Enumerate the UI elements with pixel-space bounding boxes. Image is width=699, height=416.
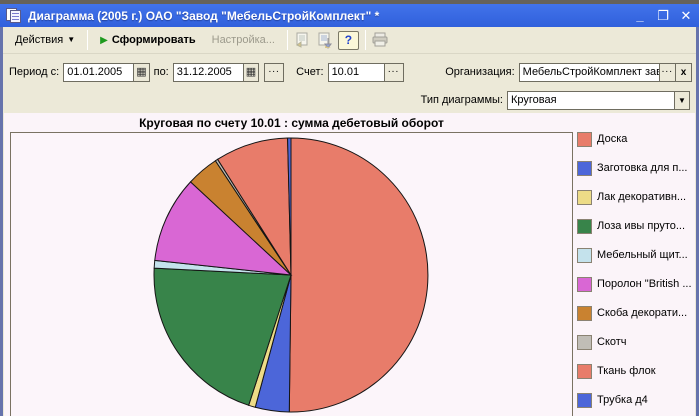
legend-label: Лак декоративн... (597, 190, 686, 205)
chart-legend: Доска Заготовка для п... Лак декоративн...… (577, 132, 695, 416)
legend-item: Мебельный щит... (577, 248, 695, 277)
legend-label: Трубка д4 (597, 393, 648, 408)
generate-button[interactable]: ▶ Сформировать (92, 30, 204, 50)
app-window: Диаграмма (2005 г.) ОАО "Завод "МебельСт… (0, 0, 699, 416)
legend-label: Скотч (597, 335, 627, 350)
help-icon[interactable]: ? (338, 31, 359, 50)
legend-label: Поролон "British ... (597, 277, 692, 292)
chevron-down-icon: ▼ (67, 36, 75, 44)
legend-swatch (577, 248, 592, 263)
generate-label: Сформировать (112, 34, 196, 46)
legend-item: Лак декоративн... (577, 190, 695, 219)
settings-button[interactable]: Настройка... (204, 30, 283, 50)
period-to-input[interactable]: 31.12.2005 (173, 63, 243, 82)
legend-item: Лоза ивы пруто... (577, 219, 695, 248)
actions-menu-button[interactable]: Действия ▼ (7, 30, 83, 50)
report-parameters: Период с: 01.01.2005 ▦ по: 31.12.2005 ▦ … (3, 54, 696, 113)
legend-swatch (577, 364, 592, 379)
settings-label: Настройка... (212, 34, 275, 46)
window-title: Диаграмма (2005 г.) ОАО "Завод "МебельСт… (28, 9, 625, 23)
legend-item: Заготовка для п... (577, 161, 695, 190)
chart-title: Круговая по счету 10.01 : сумма дебетовы… (10, 116, 573, 130)
period-more-button[interactable]: ... (264, 63, 284, 82)
pie-plot-area (10, 132, 573, 416)
legend-item: Трубка д4 (577, 393, 695, 416)
legend-swatch (577, 335, 592, 350)
organization-label: Организация: (445, 66, 514, 78)
period-to-field-group: 31.12.2005 ▦ (173, 63, 259, 82)
account-label: Счет: (296, 66, 323, 78)
chart-type-value[interactable]: Круговая (507, 91, 674, 110)
maximize-button[interactable]: ❐ (656, 9, 670, 22)
legend-item: Ткань флок (577, 364, 695, 393)
pie-slice[interactable] (289, 138, 428, 412)
print-icon[interactable] (370, 30, 392, 51)
actions-menu-label: Действия (15, 34, 63, 46)
legend-swatch (577, 132, 592, 147)
load-settings-icon[interactable] (292, 30, 314, 51)
organization-more-button[interactable]: ... (659, 63, 676, 82)
legend-swatch (577, 219, 592, 234)
chart-document-icon (6, 8, 22, 23)
legend-swatch (577, 161, 592, 176)
minimize-button[interactable]: _ (633, 9, 647, 22)
legend-swatch (577, 306, 592, 321)
chevron-down-icon[interactable]: ▼ (674, 91, 690, 110)
account-field-group: 10.01 ... (328, 63, 404, 82)
window-controls: _ ❐ ✕ (633, 9, 693, 22)
play-icon: ▶ (100, 35, 108, 46)
organization-input[interactable]: МебельСтройКомплект завод (519, 63, 659, 82)
legend-label: Мебельный щит... (597, 248, 688, 263)
period-from-field-group: 01.01.2005 ▦ (63, 63, 149, 82)
toolbar-separator (287, 30, 288, 50)
legend-label: Доска (597, 132, 627, 147)
toolbar-separator (365, 30, 366, 50)
legend-label: Ткань флок (597, 364, 656, 379)
chart-type-combo[interactable]: Круговая ▼ (507, 91, 690, 110)
legend-item: Скотч (577, 335, 695, 364)
legend-label: Заготовка для п... (597, 161, 688, 176)
parameters-row-1: Период с: 01.01.2005 ▦ по: 31.12.2005 ▦ … (7, 60, 692, 84)
account-more-button[interactable]: ... (384, 63, 404, 82)
parameters-row-2: Тип диаграммы: Круговая ▼ (7, 88, 692, 112)
calendar-icon[interactable]: ▦ (133, 63, 149, 82)
legend-label: Скоба декорати... (597, 306, 687, 321)
close-button[interactable]: ✕ (679, 9, 693, 22)
account-input[interactable]: 10.01 (328, 63, 384, 82)
toolbar: Действия ▼ ▶ Сформировать Настройка... ? (3, 27, 696, 54)
save-settings-icon[interactable] (314, 30, 336, 51)
legend-swatch (577, 393, 592, 408)
window-body: Действия ▼ ▶ Сформировать Настройка... ? (0, 27, 699, 416)
calendar-icon[interactable]: ▦ (243, 63, 259, 82)
period-to-label: по: (154, 66, 169, 78)
chart-type-label: Тип диаграммы: (421, 94, 503, 106)
chart-panel: Круговая по счету 10.01 : сумма дебетовы… (4, 113, 695, 416)
legend-item: Поролон "British ... (577, 277, 695, 306)
period-more-group: ... (264, 63, 284, 82)
legend-swatch (577, 190, 592, 205)
legend-label: Лоза ивы пруто... (597, 219, 685, 234)
organization-clear-button[interactable]: x (676, 63, 692, 82)
legend-item: Доска (577, 132, 695, 161)
pie-chart (11, 133, 572, 416)
legend-swatch (577, 277, 592, 292)
titlebar[interactable]: Диаграмма (2005 г.) ОАО "Завод "МебельСт… (0, 4, 699, 27)
organization-field-group: МебельСтройКомплект завод ... x (519, 63, 692, 82)
toolbar-separator (87, 30, 88, 50)
period-from-label: Период с: (9, 66, 59, 78)
period-from-input[interactable]: 01.01.2005 (63, 63, 133, 82)
legend-item: Скоба декорати... (577, 306, 695, 335)
